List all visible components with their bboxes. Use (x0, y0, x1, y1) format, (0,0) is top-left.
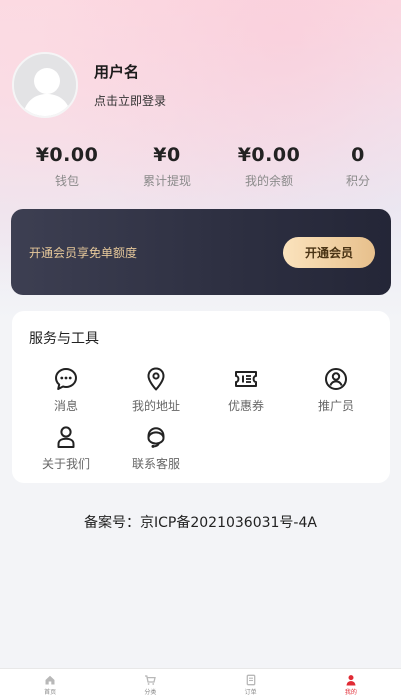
icp-record: 备案号：京ICP备2021036031号-4A (84, 515, 317, 531)
stat-label: 累计提现 (142, 174, 191, 188)
headset-icon (116, 424, 196, 450)
username: 用户名 (94, 63, 140, 81)
service-messages[interactable]: 消息 (26, 366, 106, 414)
vip-promo-text: 开通会员享免单额度 (29, 245, 138, 260)
tab-mine[interactable]: 我的 (301, 669, 401, 700)
stat-label: 我的余额 (244, 174, 293, 188)
stat-label: 钱包 (54, 174, 79, 188)
stat-points[interactable]: 0 积分 (325, 144, 391, 189)
service-label: 优惠券 (227, 399, 264, 413)
vip-banner[interactable]: 开通会员享免单额度 开通会员 (11, 209, 391, 295)
tab-label: 订单 (244, 688, 257, 696)
service-label: 联系客服 (131, 457, 180, 471)
cart-icon (145, 674, 157, 685)
avatar[interactable] (12, 52, 78, 118)
home-icon (45, 675, 55, 684)
promoter-icon (296, 366, 376, 392)
tab-label: 我的 (344, 688, 357, 696)
tab-label: 分类 (144, 688, 157, 696)
service-about-us[interactable]: 关于我们 (26, 424, 106, 472)
stat-wallet[interactable]: ¥0.00 钱包 (24, 144, 110, 189)
service-label: 消息 (53, 399, 78, 413)
stat-balance[interactable]: ¥0.00 我的余额 (226, 144, 312, 189)
stat-value: ¥0 (153, 144, 181, 166)
order-icon (246, 674, 255, 685)
service-label: 推广员 (317, 399, 354, 413)
service-label: 我的地址 (131, 399, 180, 413)
service-my-address[interactable]: 我的地址 (116, 366, 196, 414)
person-icon (26, 424, 106, 450)
tab-category[interactable]: 分类 (100, 669, 200, 700)
login-link[interactable]: 点击立即登录 (94, 92, 166, 109)
coupon-icon (206, 366, 286, 392)
location-pin-icon (116, 366, 196, 392)
user-profile[interactable]: 用户名 点击立即登录 (12, 52, 166, 118)
service-customer-support[interactable]: 联系客服 (116, 424, 196, 472)
profile-page: 用户名 点击立即登录 ¥0.00 钱包 ¥0 累计提现 ¥0.00 我的余额 0… (0, 0, 401, 700)
tab-orders[interactable]: 订单 (201, 669, 301, 700)
open-membership-button[interactable]: 开通会员 (283, 236, 375, 268)
default-avatar-icon (14, 54, 76, 116)
services-title: 服务与工具 (29, 331, 99, 347)
stat-label: 积分 (345, 174, 370, 188)
tab-label: 首页 (44, 688, 57, 696)
tab-home[interactable]: 首页 (0, 669, 100, 700)
stat-value: ¥0.00 (237, 144, 301, 166)
stat-value: ¥0.00 (35, 144, 99, 166)
bottom-tab-bar: 首页 分类 订单 我的 (0, 668, 401, 700)
user-icon (346, 674, 356, 685)
stat-total-withdrawal[interactable]: ¥0 累计提现 (124, 144, 210, 189)
services-panel: 服务与工具 消息 我的地址 优惠券 推广员 关于我们 联系客服 (12, 311, 390, 483)
service-coupons[interactable]: 优惠券 (206, 366, 286, 414)
service-promoter[interactable]: 推广员 (296, 366, 376, 414)
stat-value: 0 (351, 144, 365, 166)
service-label: 关于我们 (41, 457, 90, 471)
message-icon (26, 366, 106, 392)
